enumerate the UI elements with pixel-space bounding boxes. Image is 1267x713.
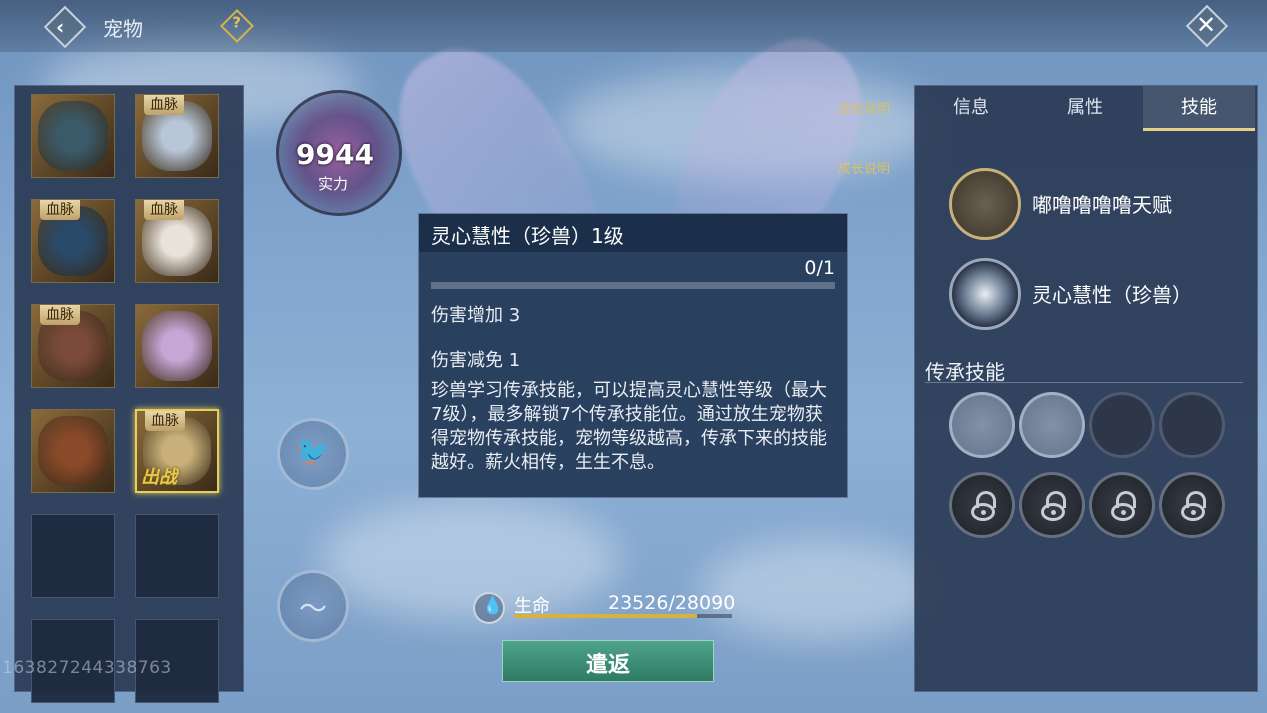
bloodline-badge: 血脉 [144,200,184,220]
tooltip-progress-text: 0/1 [804,257,835,279]
lock-icon [971,491,999,523]
pet-slot[interactable] [31,94,115,178]
tab-info-label: 信息 [953,97,989,118]
inherit-skill-empty[interactable] [1089,392,1155,458]
tooltip-damage-reduction: 伤害减免 1 [431,350,521,371]
pet-slot-empty[interactable] [31,514,115,598]
cloud [700,540,940,640]
talent-name: 灵心慧性（珍兽） [1032,283,1192,307]
pet-slot[interactable]: 血脉 [31,304,115,388]
drop-icon: 💧 [482,596,504,616]
evolve-info-link[interactable]: 进化说明 [838,98,890,117]
pet-portrait [142,311,212,381]
back-frame [43,5,87,49]
talent-name: 嘟噜噜噜噜天赋 [1032,193,1172,217]
phoenix-icon: 🐦 [295,435,331,468]
help-button[interactable]: ? [220,9,254,43]
inherit-skill-learned[interactable] [1019,392,1085,458]
tab-info[interactable]: 信息 [915,86,1027,130]
hp-bar [514,614,732,618]
top-bar: ‹ 宠物 ? ✕ [0,0,1267,52]
lock-icon [1111,491,1139,523]
tab-skills-label: 技能 [1181,97,1217,118]
pet-portrait [38,101,108,171]
pet-slot[interactable] [31,409,115,493]
power-label: 实力 [318,175,349,193]
crescent-moon-icon[interactable] [949,258,1021,330]
ram-head-icon[interactable] [949,168,1021,240]
chevron-left-icon: ‹ [56,15,65,39]
hp-bar-fill [514,614,697,618]
cloud [320,500,620,620]
dragon-icon: 〜 [298,592,327,625]
dismiss-label: 遣返 [585,653,630,678]
inherit-skill-locked[interactable] [1019,472,1085,538]
pet-slot[interactable]: 血脉出战 [135,409,219,493]
growth-info-link[interactable]: 成长说明 [838,158,890,177]
inherit-skill-locked[interactable] [1159,472,1225,538]
hp-icon: 💧 [473,592,505,624]
back-button[interactable]: ‹ [43,5,87,49]
tab-attributes[interactable]: 属性 [1029,86,1141,130]
deployed-label: 出战 [141,467,177,488]
bloodline-badge: 血脉 [40,200,80,220]
pet-list-panel: 血脉 血脉 血脉 血脉 血脉 出战 [14,85,244,703]
dismiss-button[interactable]: 遣返 [502,640,714,682]
skill-tooltip: 灵心慧性（珍兽）1级 0/1 伤害增加 3 伤害减免 1 珍兽学习传承技能，可以… [418,213,848,498]
pet-skill-phoenix-button[interactable]: 🐦 [277,418,349,490]
pet-slot-empty[interactable] [135,514,219,598]
tab-skills[interactable]: 技能 [1143,86,1255,131]
close-button[interactable]: ✕ [1185,4,1229,48]
inherit-skill-learned[interactable] [949,392,1015,458]
detail-panel: 信息 属性 技能 嘟噜噜噜噜天赋 灵心慧性（珍兽） 传承技能 [914,85,1258,692]
pet-slot[interactable]: 血脉 [31,199,115,283]
pet-skill-dragon-button[interactable]: 〜 [277,570,349,642]
tooltip-damage-increase: 伤害增加 3 [431,305,521,326]
divider [925,382,1243,383]
pet-slot[interactable]: 血脉 [135,199,219,283]
tab-attributes-label: 属性 [1067,97,1103,118]
lock-icon [1041,491,1069,523]
bloodline-badge: 血脉 [144,95,184,115]
inherit-skill-locked[interactable] [1089,472,1155,538]
inherit-skill-locked[interactable] [949,472,1015,538]
pet-portrait [38,416,108,486]
bloodline-badge: 血脉 [145,411,185,431]
inherit-skills-title: 传承技能 [925,360,1005,384]
player-id-watermark: 163827244338763 [2,658,172,678]
pet-slot[interactable] [135,304,219,388]
bloodline-badge: 血脉 [40,305,80,325]
tooltip-progress-bar [431,282,835,289]
question-icon: ? [232,13,241,32]
tooltip-title: 灵心慧性（珍兽）1级 [431,224,624,248]
tooltip-description: 珍兽学习传承技能，可以提高灵心慧性等级（最大7级），最多解锁7个传承技能位。通过… [431,380,827,473]
page-title: 宠物 [103,17,143,41]
pet-slot[interactable]: 血脉 [135,94,219,178]
inherit-skill-empty[interactable] [1159,392,1225,458]
close-icon: ✕ [1196,11,1217,39]
hp-value: 23526/28090 [608,592,736,614]
lock-icon [1181,491,1209,523]
power-value: 9944 [296,138,374,171]
